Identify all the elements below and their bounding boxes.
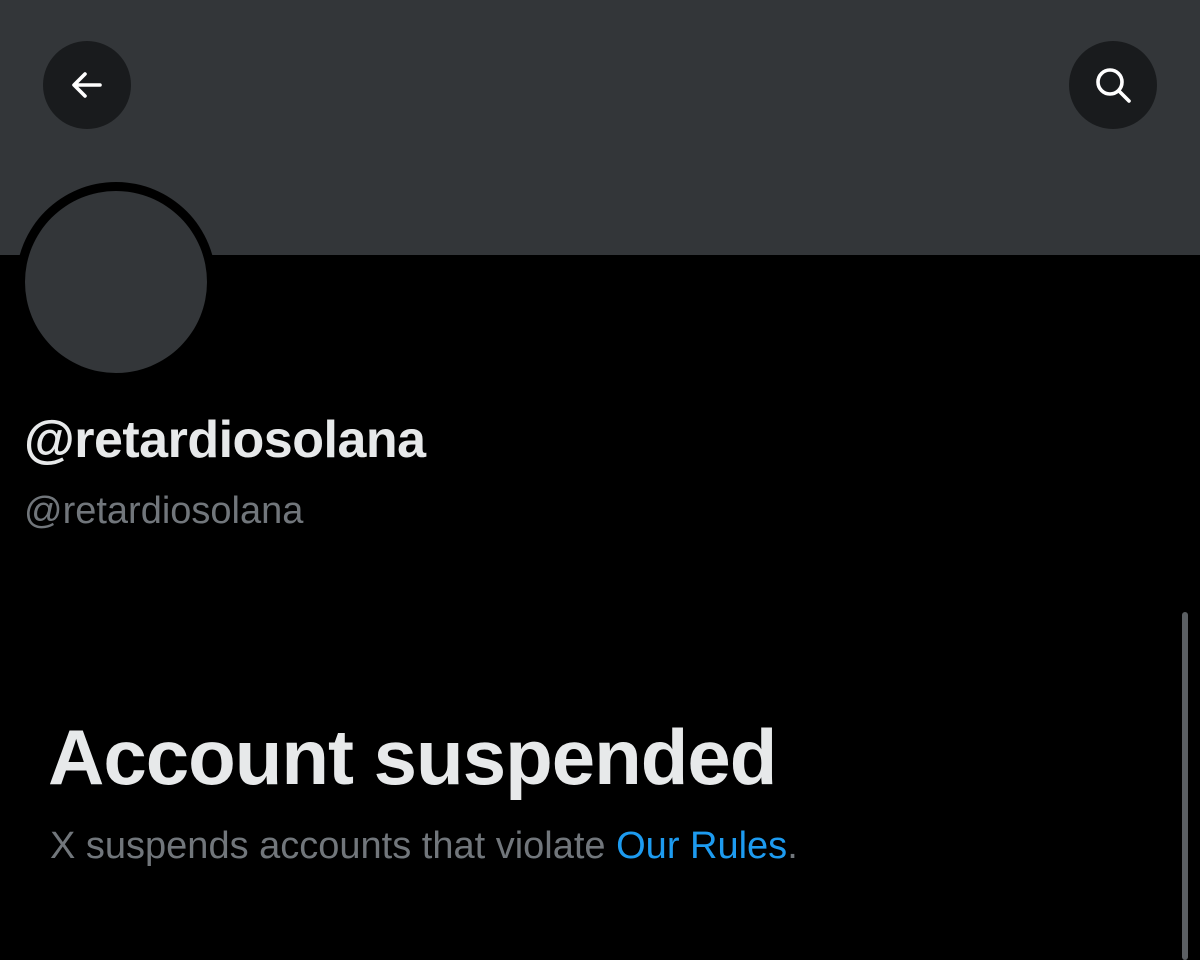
search-icon [1091,63,1135,107]
arrow-left-icon [67,65,107,105]
suspended-title: Account suspended [48,713,777,801]
back-button[interactable] [43,41,131,129]
suspended-message-period: . [787,825,798,867]
suspended-message-text: X suspends accounts that violate [50,825,617,867]
scrollbar[interactable] [1182,612,1188,960]
profile-display-name: @retardiosolana [24,411,426,469]
profile-handle: @retardiosolana [24,490,304,532]
our-rules-link[interactable]: Our Rules [616,825,787,867]
suspended-message: X suspends accounts that violate Our Rul… [50,825,798,868]
search-button[interactable] [1069,41,1157,129]
avatar[interactable] [25,191,207,373]
profile-page: @retardiosolana @retardiosolana Account … [0,0,1200,960]
